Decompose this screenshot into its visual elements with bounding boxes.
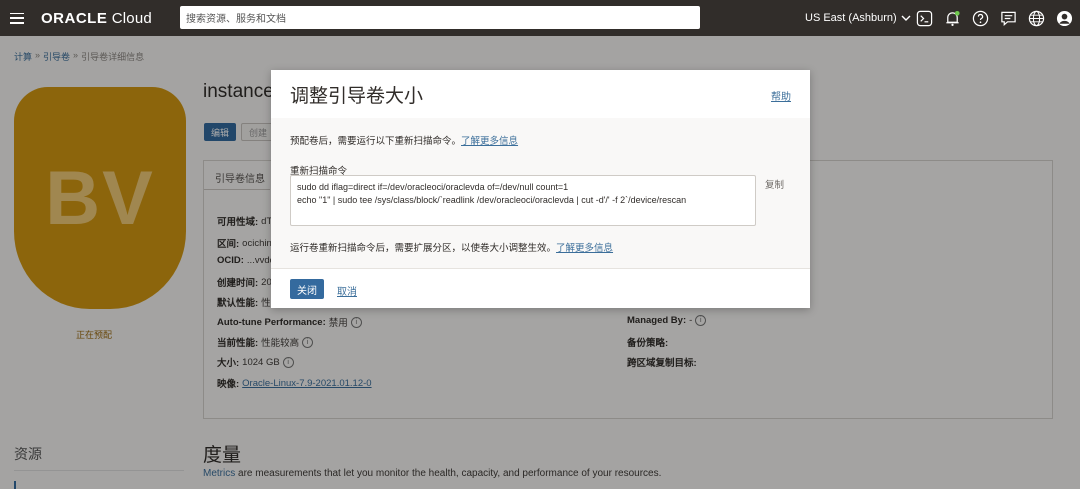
resize-boot-volume-dialog: 调整引导卷大小 帮助 预配卷后，需要运行以下重新扫描命令。了解更多信息 重新扫描… — [271, 70, 810, 308]
rescan-command-textbox[interactable]: sudo dd iflag=direct if=/dev/oracleoci/o… — [290, 175, 756, 226]
copy-button[interactable]: 复制 — [765, 177, 784, 191]
command-line-1: sudo dd iflag=direct if=/dev/oracleoci/o… — [297, 182, 569, 192]
region-selector[interactable]: US East (Ashburn) — [805, 0, 911, 36]
region-label: US East (Ashburn) — [805, 12, 897, 24]
menu-icon[interactable] — [10, 12, 24, 24]
close-button[interactable]: 关闭 — [290, 279, 324, 299]
bell-icon[interactable] — [943, 9, 961, 27]
dialog-footer: 关闭 取消 — [271, 268, 810, 308]
rescan-instruction: 预配卷后，需要运行以下重新扫描命令。了解更多信息 — [290, 136, 519, 147]
dialog-header: 调整引导卷大小 帮助 — [271, 70, 810, 118]
command-line-2: echo "1" | sudo tee /sys/class/block/`re… — [297, 195, 687, 205]
learn-more-link[interactable]: 了解更多信息 — [461, 136, 518, 147]
chevron-down-icon — [901, 15, 911, 21]
terminal-icon[interactable] — [915, 9, 933, 27]
learn-more-link[interactable]: 了解更多信息 — [556, 243, 613, 254]
help-icon[interactable] — [971, 9, 989, 27]
globe-icon[interactable] — [1027, 9, 1045, 27]
chat-icon[interactable] — [999, 9, 1017, 27]
dialog-title: 调整引导卷大小 — [290, 86, 424, 107]
user-icon[interactable] — [1055, 9, 1073, 27]
cancel-button[interactable]: 取消 — [337, 283, 357, 298]
help-link[interactable]: 帮助 — [771, 88, 791, 103]
search-input[interactable]: 搜索资源、服务和文档 — [180, 6, 700, 29]
oracle-cloud-logo[interactable]: ORACLE Cloud — [41, 10, 152, 27]
dialog-body: 预配卷后，需要运行以下重新扫描命令。了解更多信息 重新扫描命令 sudo dd … — [271, 118, 810, 268]
partition-instruction: 运行卷重新扫描命令后，需要扩展分区，以使卷大小调整生效。了解更多信息 — [290, 243, 614, 254]
